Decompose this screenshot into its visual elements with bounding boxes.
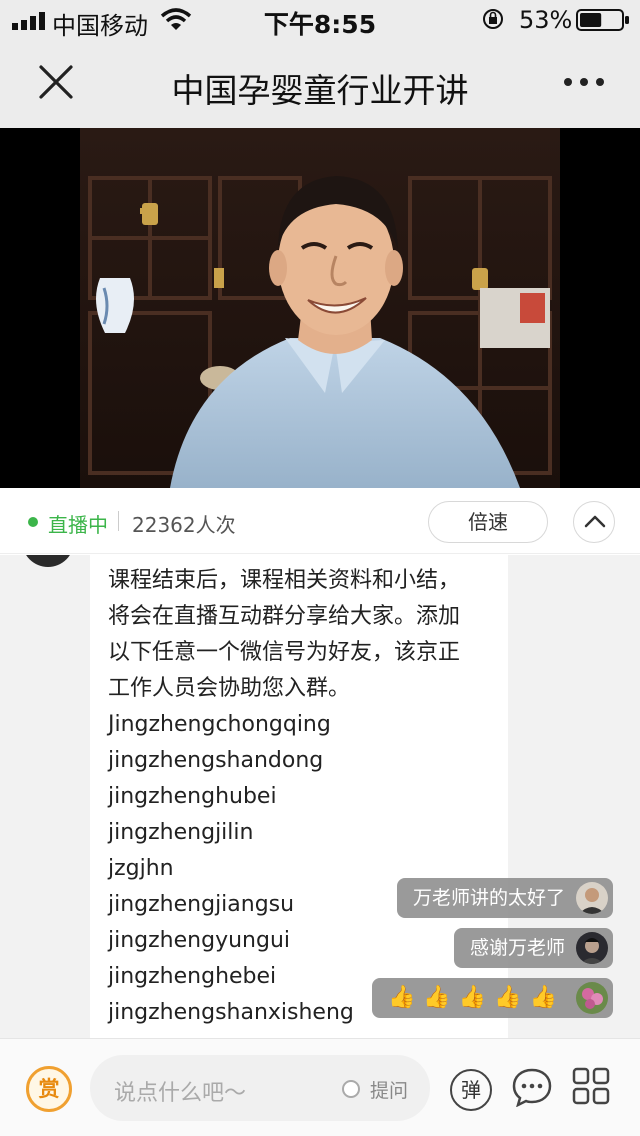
floating-comment-text: 感谢万老师 (469, 937, 565, 959)
wechat-id: Jingzhengchongqing (108, 712, 331, 737)
message-line: 将会在直播互动群分享给大家。添加 (108, 604, 461, 629)
battery-percentage: 53% (519, 6, 573, 34)
chevron-up-icon (584, 515, 606, 528)
live-status-label: 直播中 (48, 513, 108, 537)
question-label: 提问 (370, 1080, 409, 1102)
avatar (576, 982, 608, 1014)
orientation-lock-icon (483, 9, 503, 29)
live-indicator-dot (28, 517, 38, 527)
chat-bubble-icon[interactable] (512, 1067, 552, 1107)
live-video-player[interactable] (0, 128, 640, 488)
wechat-id: jingzhengshandong (108, 748, 324, 773)
speaker-video-frame (80, 128, 560, 488)
message-line: 课程结束后，课程相关资料和小结， (108, 568, 461, 593)
message-line: 以下任意一个微信号为好友，该京正 (108, 640, 461, 665)
more-icon[interactable] (562, 70, 606, 94)
status-bar: 中国移动 下午8:55 53% (0, 0, 640, 40)
floating-comment-text: 万老师讲的太好了 (412, 887, 565, 909)
battery-icon (576, 9, 629, 31)
collapse-button[interactable] (573, 501, 615, 543)
reward-button[interactable]: 赏 (26, 1066, 72, 1112)
announcement-message: 课程结束后，课程相关资料和小结， 将会在直播互动群分享给大家。添加 以下任意一个… (90, 555, 508, 1038)
wechat-id: jingzhengyungui (108, 928, 290, 953)
viewer-count: 22362人次 (132, 513, 236, 537)
divider (118, 511, 119, 531)
navigation-bar: 中国孕婴童行业开讲 (0, 40, 640, 128)
message-line: 工作人员会协助您入群。 (108, 676, 351, 701)
bottom-input-bar: 赏 说点什么吧～ 提问 弹 (0, 1038, 640, 1136)
wechat-id: jingzhenghubei (108, 784, 277, 809)
radio-icon (342, 1080, 360, 1098)
avatar (22, 555, 74, 567)
floating-comment-text: 👍👍👍👍👍 (388, 985, 565, 1010)
floating-comment: 感谢万老师 (453, 928, 613, 968)
playback-speed-button[interactable]: 倍速 (428, 501, 548, 543)
danmaku-button[interactable]: 弹 (450, 1069, 492, 1111)
floating-comment: 👍👍👍👍👍 (372, 978, 613, 1018)
wechat-id: jingzhengjilin (108, 820, 254, 845)
close-icon[interactable] (36, 62, 76, 102)
avatar (576, 932, 608, 964)
grid-menu-icon[interactable] (572, 1067, 610, 1105)
live-info-bar: 直播中 22362人次 倍速 (0, 488, 640, 554)
chat-area[interactable]: 课程结束后，课程相关资料和小结， 将会在直播互动群分享给大家。添加 以下任意一个… (0, 555, 640, 1038)
message-text: 课程结束后，课程相关资料和小结， 将会在直播互动群分享给大家。添加 以下任意一个… (108, 563, 508, 1031)
page-title: 中国孕婴童行业开讲 (171, 71, 469, 110)
comment-placeholder: 说点什么吧～ (114, 1081, 247, 1106)
floating-comment: 万老师讲的太好了 (396, 878, 613, 918)
avatar (576, 882, 608, 914)
